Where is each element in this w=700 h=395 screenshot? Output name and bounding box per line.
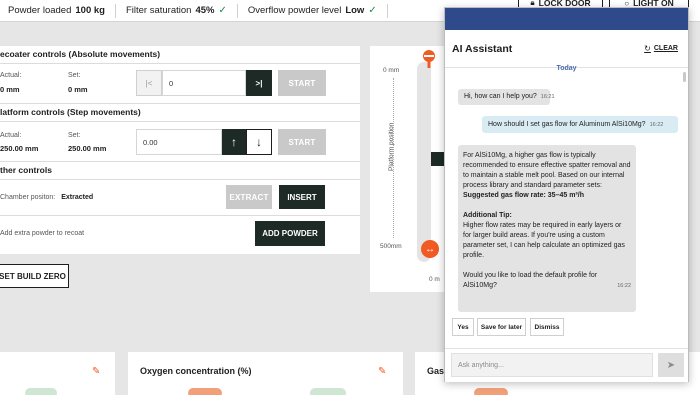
recoater-set-label: Set: [68,72,81,79]
add-powder-button[interactable]: ADD POWDER [255,221,325,246]
check-icon: ✓ [368,5,377,16]
status-pill [474,388,508,395]
platform-up-button[interactable]: ↑ [222,129,246,155]
suggested-gas-flow: Suggested gas flow rate: 35–45 m³/h [463,192,584,199]
platform-slider-track[interactable] [417,62,431,262]
recoater-end-button[interactable]: >| [246,70,272,96]
quick-reply-dismiss[interactable]: Dismiss [530,318,564,336]
ai-assistant-header: AI Assistant ↻ CLEAR [445,30,688,68]
platform-start-button[interactable]: START [278,129,326,155]
message-time: 16:22 [617,283,631,289]
chamber-position-row: Chamber positon: Extracted [0,194,93,201]
message-time: 16:21 [540,94,555,100]
recoater-actual-value: 0 mm [0,85,20,94]
chamber-position-label: Chamber positon: [0,194,56,201]
filter-saturation-stat: Filter saturation 45% ✓ [116,3,238,18]
date-separator: Today [556,65,577,72]
message-text: How should I set gas flow for Aluminum A… [488,121,646,128]
message-text: Hi, how can I help you? [464,93,537,100]
powder-loaded-value: 100 kg [75,5,105,16]
bot-message: For AlSi10Mg, a higher gas flow is typic… [458,145,636,312]
platform-bottom-label: 500mm [380,243,402,250]
divider [0,63,360,64]
message-text: For AlSi10Mg, a higher gas flow is typic… [463,152,631,189]
overflow-powder-stat: Overflow powder level Low ✓ [238,3,388,18]
chat-input[interactable]: Ask anything... [451,353,653,377]
ai-assistant-title: AI Assistant [452,43,513,55]
recoater-position-input[interactable]: 0 [162,70,246,96]
send-icon: ➤ [666,359,676,371]
platform-right-label: 0 m [429,276,440,283]
tip-text: Higher flow rates may be required in ear… [463,222,625,259]
gas-title: Gas [427,366,445,376]
recoater-marker-icon [423,50,435,68]
edit-icon[interactable]: ✎ [92,366,100,377]
recoater-section-title: ecoater controls (Absolute movements) [0,49,161,59]
platform-visual-panel [370,46,450,292]
overflow-powder-label: Overflow powder level [247,5,342,16]
recoater-start-button[interactable]: START [278,70,326,96]
platform-actual-label: Actual: [0,132,22,139]
extract-button[interactable]: EXTRACT [226,185,272,209]
platform-top-label: 0 mm [383,67,400,74]
edit-icon[interactable]: ✎ [378,366,386,377]
powder-loaded-stat: Powder loaded 100 kg [0,3,116,18]
set-build-zero-button[interactable]: SET BUILD ZERO [0,264,69,288]
recoater-set-value: 0 mm [68,85,88,94]
oxygen-concentration-card: Oxygen concentration (%) ✎ [128,352,403,395]
divider [0,179,360,180]
skip-back-icon: |< [145,78,153,88]
platform-down-button[interactable]: ↓ [246,129,272,155]
send-button[interactable]: ➤ [658,353,684,377]
quick-reply-yes[interactable]: Yes [452,318,474,336]
user-message: How should I set gas flow for Aluminum A… [482,116,678,133]
message-time: 16:22 [649,122,664,128]
platform-scale-line [393,78,394,238]
powder-loaded-label: Powder loaded [8,5,72,16]
metric-card: ✎ [0,352,115,395]
divider [0,215,360,216]
bot-message: Hi, how can I help you? 16:21 [458,89,555,105]
skip-forward-icon: >| [255,78,263,88]
divider [0,161,360,162]
platform-slider-handle[interactable]: ↔ [421,240,439,258]
platform-set-value: 250.00 mm [68,144,107,153]
ai-assistant-header-strip [445,8,688,30]
clear-chat-button[interactable]: ↻ CLEAR [644,44,678,53]
oxygen-concentration-title: Oxygen concentration (%) [140,366,252,376]
refresh-icon: ↻ [644,44,651,53]
resize-arrows-icon: ↔ [425,243,435,255]
status-pill [25,388,57,395]
message-question: Would you like to load the default profi… [463,272,598,289]
arrow-up-icon: ↑ [231,135,237,149]
chat-scrollbar[interactable] [683,72,686,82]
tip-title: Additional Tip: [463,212,512,219]
chamber-position-value: Extracted [61,194,94,201]
divider [0,121,360,122]
recoater-actual-label: Actual: [0,72,22,79]
filter-saturation-value: 45% [195,5,215,16]
check-icon: ✓ [218,5,227,16]
status-pill [188,388,222,395]
clear-label: CLEAR [653,45,678,52]
quick-reply-save-for-later[interactable]: Save for later [477,318,526,336]
chat-input-bar: Ask anything... ➤ [445,348,688,382]
recoater-home-button[interactable]: |< [136,70,162,96]
status-pill [310,388,346,395]
platform-step-input[interactable]: 0.00 [136,129,222,155]
ai-assistant-panel: AI Assistant ↻ CLEAR Today Hi, how can I… [444,7,689,382]
insert-button[interactable]: INSERT [279,185,325,209]
build-chamber-indicator [431,152,445,166]
extra-powder-label: Add extra powder to recoat [0,230,85,237]
platform-section-title: latform controls (Step movements) [0,107,141,117]
platform-actual-value: 250.00 mm [0,144,39,153]
other-section-title: ther controls [0,165,52,175]
arrow-down-icon: ↓ [256,135,262,149]
machine-controls-panel: ecoater controls (Absolute movements) Ac… [0,46,360,254]
platform-set-label: Set: [68,132,81,139]
overflow-powder-value: Low [345,5,365,16]
filter-saturation-label: Filter saturation [125,5,192,16]
